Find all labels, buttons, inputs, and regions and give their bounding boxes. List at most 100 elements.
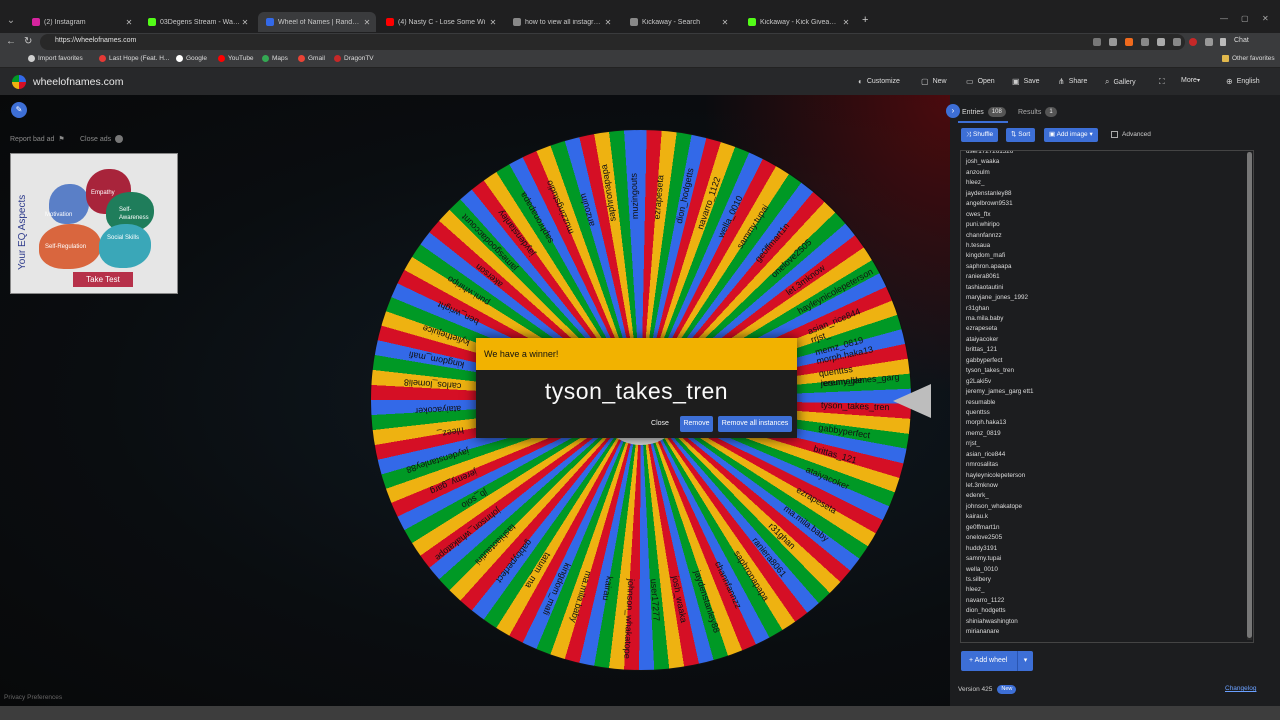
tab-entries[interactable]: Entries 108 bbox=[962, 107, 1006, 117]
entry-line[interactable]: user1727261526 bbox=[966, 151, 1253, 157]
changelog-link[interactable]: Changelog bbox=[1225, 685, 1256, 692]
entry-line[interactable]: josh_waaka bbox=[966, 157, 1253, 167]
menu-save-button[interactable]: ▣ Save bbox=[1012, 77, 1040, 86]
close-tab-icon[interactable]: ✕ bbox=[240, 18, 250, 27]
entry-line[interactable]: kairau.k bbox=[966, 512, 1253, 522]
collapse-panel-icon[interactable]: › bbox=[946, 104, 960, 118]
reader-icon[interactable] bbox=[1093, 38, 1101, 46]
entry-line[interactable]: hleez_ bbox=[966, 585, 1253, 595]
menu-icon[interactable] bbox=[1220, 38, 1226, 46]
bookmark-item[interactable]: YouTube bbox=[218, 55, 254, 62]
menu-new-button[interactable]: ▢ New bbox=[921, 77, 947, 86]
downloads-icon[interactable] bbox=[1205, 38, 1213, 46]
extension-icon[interactable] bbox=[1125, 38, 1133, 46]
browser-tab[interactable]: Kickaway - Search ✕ bbox=[622, 13, 734, 31]
privacy-preferences-link[interactable]: Privacy Preferences bbox=[4, 694, 62, 701]
menu-share-button[interactable]: ⋔ Share bbox=[1058, 77, 1087, 86]
bookmark-item[interactable]: Import favorites bbox=[28, 55, 83, 62]
new-tab-icon[interactable]: + bbox=[862, 14, 868, 26]
entry-line[interactable]: hayleynicolepeterson bbox=[966, 471, 1253, 481]
entry-line[interactable]: ts.silbery bbox=[966, 575, 1253, 585]
bookmark-item[interactable]: Maps bbox=[262, 55, 288, 62]
browser-tab[interactable]: 03Degens Stream - Watch Li✕ bbox=[140, 13, 254, 31]
close-tab-icon[interactable]: ✕ bbox=[362, 18, 372, 27]
entry-line[interactable]: puni.whiripo bbox=[966, 220, 1253, 230]
entry-line[interactable]: brittas_121 bbox=[966, 345, 1253, 355]
chat-button[interactable]: Chat bbox=[1234, 37, 1249, 44]
menu-language-button[interactable]: ⊕ English bbox=[1226, 77, 1260, 86]
entry-line[interactable]: sammy.tupai bbox=[966, 554, 1253, 564]
entry-line[interactable]: jeremy_james_garg ett1 bbox=[966, 387, 1253, 397]
entry-line[interactable]: jaydenstanley88 bbox=[966, 189, 1253, 199]
close-tab-icon[interactable]: ✕ bbox=[603, 18, 613, 27]
entry-line[interactable]: let.3mknow bbox=[966, 481, 1253, 491]
entry-line[interactable]: r31ghan bbox=[966, 304, 1253, 314]
entry-line[interactable]: edenrk_ bbox=[966, 491, 1253, 501]
entry-line[interactable]: ge0ffmart1n bbox=[966, 523, 1253, 533]
entry-line[interactable]: hleez_ bbox=[966, 178, 1253, 188]
entry-line[interactable]: tashiaotautini bbox=[966, 283, 1253, 293]
entry-line[interactable]: ezrapeseta bbox=[966, 324, 1253, 334]
entry-line[interactable]: johnson_whakatope bbox=[966, 502, 1253, 512]
remove-button[interactable]: Remove bbox=[680, 416, 713, 432]
entries-textarea[interactable]: user1727261526 josh_waaka anzoulm hleez_ jay… bbox=[960, 150, 1254, 643]
close-window-icon[interactable]: ✕ bbox=[1262, 14, 1269, 23]
reload-icon[interactable]: ↻ bbox=[24, 36, 32, 47]
url-field[interactable] bbox=[40, 34, 1185, 50]
entry-line[interactable]: asian_rice844 bbox=[966, 450, 1253, 460]
menu-open-button[interactable]: ▭ Open bbox=[966, 77, 995, 86]
bookmark-item[interactable]: Gmail bbox=[298, 55, 325, 62]
browser-tab[interactable]: how to view all instagram comme✕ bbox=[505, 13, 617, 31]
close-tab-icon[interactable]: ✕ bbox=[720, 18, 730, 27]
menu-more-button[interactable]: More ▾ bbox=[1181, 77, 1200, 84]
favorites-icon[interactable] bbox=[1157, 38, 1165, 46]
entry-line[interactable]: wella_0010 bbox=[966, 565, 1253, 575]
minimize-icon[interactable]: — bbox=[1220, 14, 1228, 23]
entries-scrollbar-thumb[interactable] bbox=[1247, 152, 1252, 638]
entry-line[interactable]: anzoulm bbox=[966, 168, 1253, 178]
remove-all-instances-button[interactable]: Remove all instances bbox=[718, 416, 792, 432]
sort-button[interactable]: ⇅ Sort bbox=[1006, 128, 1036, 142]
entry-line[interactable]: morph.haka13 bbox=[966, 418, 1253, 428]
entry-line[interactable]: quenttss bbox=[966, 408, 1253, 418]
menu-fullscreen-button[interactable]: ⛶ bbox=[1159, 77, 1169, 87]
refresh-ext-icon[interactable] bbox=[1141, 38, 1149, 46]
entry-line[interactable]: onelove2505 bbox=[966, 533, 1253, 543]
close-tab-icon[interactable]: ✕ bbox=[124, 18, 134, 27]
entry-line[interactable]: gabbyperfect bbox=[966, 356, 1253, 366]
entry-line[interactable]: channfannzz bbox=[966, 231, 1253, 241]
entry-line[interactable]: kingdom_mafi bbox=[966, 251, 1253, 261]
entry-line[interactable]: raniera8061 bbox=[966, 272, 1253, 282]
add-wheel-button[interactable]: + Add wheel ▾ bbox=[961, 651, 1033, 671]
back-icon[interactable]: ← bbox=[6, 36, 16, 47]
entry-line[interactable]: angelbrown9531 bbox=[966, 199, 1253, 209]
tab-search-icon[interactable]: ⌄ bbox=[4, 14, 18, 28]
entry-line[interactable]: tyson_takes_tren bbox=[966, 366, 1253, 376]
browser-tab[interactable]: Kickaway - Kick Giveaway Tool✕ bbox=[740, 13, 855, 31]
entry-line[interactable]: resumable bbox=[966, 398, 1253, 408]
site-name[interactable]: wheelofnames.com bbox=[33, 76, 123, 88]
entry-line[interactable]: memz_0819 bbox=[966, 429, 1253, 439]
advanced-checkbox[interactable]: Advanced bbox=[1111, 131, 1151, 138]
shuffle-button[interactable]: ⤨ Shuffle bbox=[961, 128, 999, 142]
advertisement[interactable]: Your EQ Aspects Empathy Motivation Self-… bbox=[10, 153, 178, 294]
close-tab-icon[interactable]: ✕ bbox=[488, 18, 498, 27]
entry-line[interactable]: g2Laki5v bbox=[966, 377, 1253, 387]
checkbox-icon[interactable] bbox=[1111, 131, 1118, 138]
entry-line[interactable]: miriananare bbox=[966, 627, 1253, 637]
entry-line[interactable]: ataiyacoker bbox=[966, 335, 1253, 345]
browser-tab[interactable]: Wheel of Names | Random name✕ bbox=[258, 12, 376, 32]
bookmark-item[interactable]: DragonTV bbox=[334, 55, 374, 62]
chevron-down-icon[interactable]: ▾ bbox=[1017, 651, 1033, 671]
browser-tab[interactable]: (4) Nasty C - Lose Some Wi ✕ bbox=[378, 13, 502, 31]
profile-ext-icon[interactable] bbox=[1189, 38, 1197, 46]
menu-gallery-button[interactable]: ⌕ Gallery bbox=[1105, 77, 1136, 87]
add-image-button[interactable]: ▣ Add image ▾ bbox=[1044, 128, 1098, 142]
entry-line[interactable]: shiniahwashington bbox=[966, 617, 1253, 627]
entry-line[interactable]: maryjane_jones_1992 bbox=[966, 293, 1253, 303]
maximize-icon[interactable]: ▢ bbox=[1241, 14, 1249, 23]
take-test-button[interactable]: Take Test bbox=[73, 272, 133, 287]
entry-line[interactable]: rrjst_ bbox=[966, 439, 1253, 449]
report-bad-ad-link[interactable]: Report bad ad ⚑ bbox=[10, 135, 65, 144]
menu-customize-button[interactable]: ◐ Customize bbox=[858, 77, 900, 86]
